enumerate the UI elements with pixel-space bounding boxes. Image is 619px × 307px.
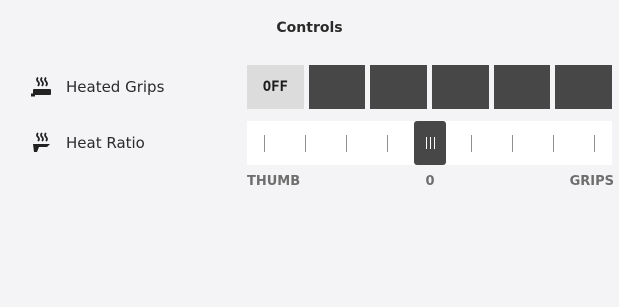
- slider-tick: [471, 135, 472, 152]
- heat-ratio-row: Heat Ratio: [30, 129, 145, 157]
- grip-line: [433, 137, 435, 149]
- slider-tick: [387, 135, 388, 152]
- heated-grips-level-2[interactable]: [370, 65, 428, 109]
- grip-line: [425, 137, 427, 149]
- heated-grips-level-4[interactable]: [493, 65, 551, 109]
- heated-grip-icon: [30, 75, 54, 99]
- slider-tick: [594, 135, 595, 152]
- heat-ratio-label: Heat Ratio: [66, 134, 145, 152]
- heated-grips-level-5[interactable]: [555, 65, 613, 109]
- heated-grips-level-1[interactable]: [308, 65, 366, 109]
- slider-tick: [512, 135, 513, 152]
- heat-ratio-slider[interactable]: [247, 121, 612, 165]
- heat-ratio-icon: [30, 131, 54, 155]
- heat-ratio-left-label: THUMB: [247, 174, 301, 189]
- slider-tick: [553, 135, 554, 152]
- grip-line: [429, 137, 431, 149]
- slider-tick: [264, 135, 265, 152]
- heated-grips-selector: OFF: [247, 65, 613, 109]
- page-title: Controls: [276, 20, 343, 36]
- heated-grips-row: Heated Grips: [30, 73, 164, 101]
- heated-grips-off-button[interactable]: OFF: [247, 65, 304, 109]
- heated-grips-label: Heated Grips: [66, 78, 165, 96]
- slider-tick: [305, 135, 306, 152]
- heat-ratio-value: 0: [425, 174, 435, 189]
- heat-ratio-slider-thumb[interactable]: [414, 121, 446, 165]
- heat-ratio-right-label: GRIPS: [569, 174, 614, 189]
- heated-grips-level-3[interactable]: [432, 65, 489, 109]
- slider-tick: [346, 135, 347, 152]
